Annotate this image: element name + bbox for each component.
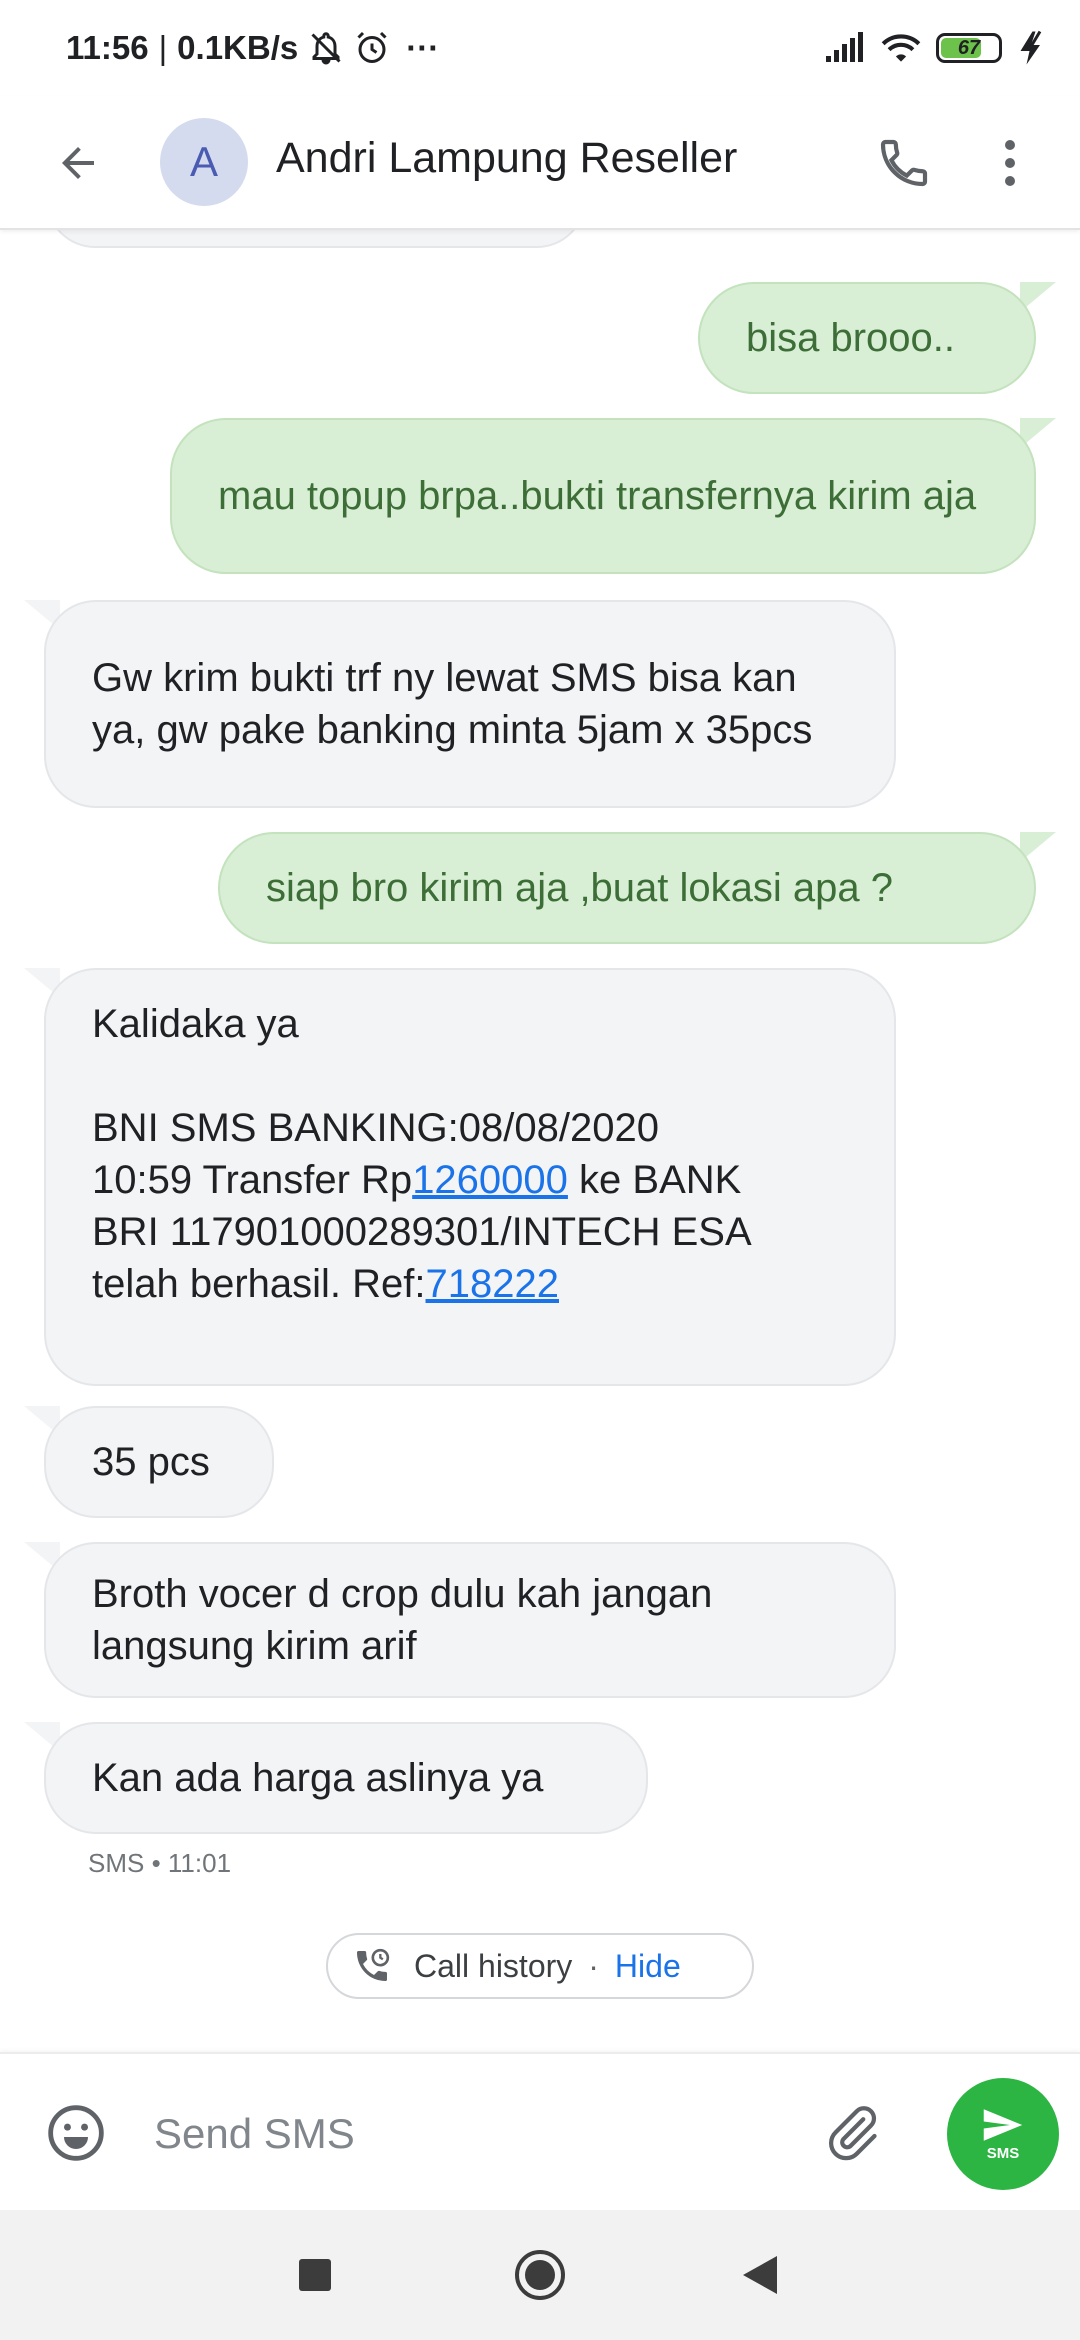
sms-input[interactable] xyxy=(154,2094,794,2174)
call-history-chip[interactable]: Call history · Hide xyxy=(326,1933,754,1999)
battery-icon: 67 xyxy=(936,33,1002,63)
message-bubble-incoming[interactable]: 35 pcs xyxy=(44,1406,274,1518)
more-vert-icon xyxy=(1005,140,1015,186)
back-triangle-icon xyxy=(743,2256,777,2294)
notifications-off-icon xyxy=(308,30,344,66)
call-history-icon xyxy=(352,1946,392,1986)
recents-square-icon xyxy=(299,2259,331,2291)
message-text: bisa brooo.. xyxy=(746,316,956,360)
message-bubble-incoming[interactable]: Gw krim bukti trf ny lewat SMS bisa kan … xyxy=(44,600,896,808)
more-options-button[interactable] xyxy=(980,123,1040,203)
amount-link[interactable]: 1260000 xyxy=(412,1158,568,1202)
send-icon xyxy=(983,2108,1023,2141)
charging-icon xyxy=(1016,30,1046,66)
message-meta: SMS • 11:01 xyxy=(88,1848,232,1878)
ref-link[interactable]: 718222 xyxy=(426,1262,559,1306)
recents-button[interactable] xyxy=(285,2245,345,2305)
phone-icon xyxy=(880,139,928,187)
status-time: 11:56 xyxy=(66,29,149,66)
network-speed: 0.1KB/s xyxy=(177,29,299,66)
back-arrow-icon xyxy=(62,147,94,179)
message-line: telah berhasil. Ref:718222 xyxy=(92,1258,848,1310)
signal-icon xyxy=(824,32,866,64)
emoji-icon xyxy=(48,2105,104,2161)
compose-bar: SMS xyxy=(0,2052,1080,2210)
send-sms-button[interactable]: SMS xyxy=(947,2078,1059,2190)
message-text: siap bro kirim aja ,buat lokasi apa ? xyxy=(266,866,893,910)
message-bubble-clipped[interactable] xyxy=(46,230,586,248)
message-text: 35 pcs xyxy=(92,1440,210,1484)
contact-name[interactable]: Andri Lampung Reseller xyxy=(276,134,737,183)
emoji-button[interactable] xyxy=(44,2101,108,2165)
message-text: mau topup brpa..bukti transfernya kirim … xyxy=(218,474,977,518)
alarm-icon xyxy=(354,30,390,66)
conversation-view[interactable]: bisa brooo.. mau topup brpa..bukti trans… xyxy=(0,230,1080,2052)
back-button[interactable] xyxy=(40,125,116,201)
home-button[interactable] xyxy=(510,2245,570,2305)
nav-back-button[interactable] xyxy=(730,2245,790,2305)
transfer-suffix: ke BANK xyxy=(567,1158,742,1202)
avatar[interactable]: A xyxy=(160,118,248,206)
message-bubble-outgoing[interactable]: siap bro kirim aja ,buat lokasi apa ? xyxy=(218,832,1036,944)
ref-prefix: telah berhasil. Ref: xyxy=(92,1262,426,1306)
status-more: ··· xyxy=(406,29,440,66)
attach-button[interactable] xyxy=(820,2101,884,2165)
message-bubble-incoming[interactable]: Kan ada harga aslinya ya xyxy=(44,1722,648,1834)
message-text: Gw krim bukti trf ny lewat SMS bisa kan … xyxy=(92,656,813,752)
send-label: SMS xyxy=(986,2144,1020,2162)
message-bubble-outgoing[interactable]: mau topup brpa..bukti transfernya kirim … xyxy=(170,418,1036,574)
transfer-prefix: 10:59 Transfer Rp xyxy=(92,1158,413,1202)
message-bubble-outgoing[interactable]: bisa brooo.. xyxy=(698,282,1036,394)
status-left: 11:56 | 0.1KB/s ··· xyxy=(66,26,439,70)
message-bubble-incoming[interactable]: Broth vocer d crop dulu kah jangan langs… xyxy=(44,1542,896,1698)
status-bar: 11:56 | 0.1KB/s ··· 67 xyxy=(0,0,1080,96)
message-text: Kan ada harga aslinya ya xyxy=(92,1756,544,1800)
message-bubble-incoming[interactable]: Kalidaka ya BNI SMS BANKING:08/08/2020 1… xyxy=(44,968,896,1386)
message-text: Broth vocer d crop dulu kah jangan langs… xyxy=(92,1572,724,1668)
attach-icon xyxy=(828,2106,877,2161)
message-line: 10:59 Transfer Rp1260000 ke BANK xyxy=(92,1154,848,1206)
call-history-label[interactable]: Call history xyxy=(414,1948,572,1985)
system-nav-bar xyxy=(0,2210,1080,2340)
battery-level: 67 xyxy=(957,36,981,59)
call-history-separator: · xyxy=(588,1947,599,1984)
app-bar: A Andri Lampung Reseller xyxy=(0,96,1080,230)
message-line: Kalidaka ya xyxy=(92,1002,299,1046)
hide-call-history-button[interactable]: Hide xyxy=(615,1948,681,1985)
status-right: 67 xyxy=(824,26,1046,70)
message-spacer xyxy=(92,1050,848,1102)
call-button[interactable] xyxy=(864,123,944,203)
home-circle-icon xyxy=(515,2250,565,2300)
wifi-icon xyxy=(880,31,922,65)
message-line: BRI 117901000289301/INTECH ESA xyxy=(92,1210,752,1254)
message-line: BNI SMS BANKING:08/08/2020 xyxy=(92,1106,659,1150)
status-separator: | xyxy=(158,29,168,66)
